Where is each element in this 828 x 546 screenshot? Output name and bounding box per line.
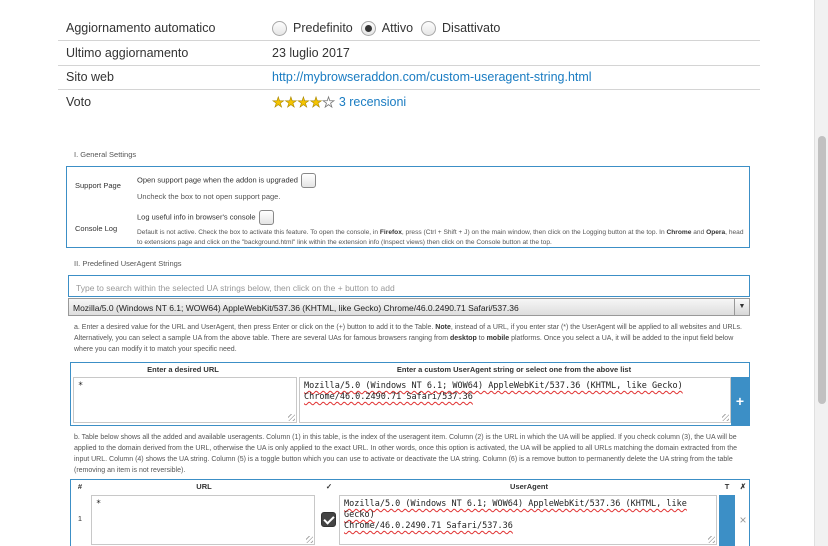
radio-predefinito[interactable]: Predefinito [272, 20, 353, 36]
auto-update-row: Aggiornamento automatico Predefinito Att… [58, 16, 760, 41]
rating-row: Voto ★ ★ ★ ★ ★ 3 recensioni [58, 90, 760, 115]
star-filled-icon: ★ [297, 94, 310, 111]
radio-circle-icon[interactable] [421, 20, 437, 36]
col-remove-header: ✗ [739, 482, 747, 491]
star-filled-icon: ★ [272, 94, 285, 111]
star-empty-icon: ★ [322, 94, 335, 111]
ua-header: Enter a custom UserAgent string or selec… [396, 365, 632, 374]
add-ua-box: Enter a desired URL Enter a custom UserA… [70, 362, 750, 426]
row-ua-input[interactable]: Mozilla/5.0 (Windows NT 6.1; WOW64) Appl… [339, 495, 717, 545]
general-settings-title: I. General Settings [74, 150, 137, 159]
ua-select-value: Mozilla/5.0 (Windows NT 6.1; WOW64) Appl… [73, 303, 519, 313]
row-url-input[interactable]: * [91, 495, 315, 545]
star-filled-icon: ★ [309, 94, 323, 111]
col-url-header: URL [196, 482, 212, 491]
website-label: Sito web [66, 70, 114, 85]
row-index: 1 [77, 514, 83, 523]
col-ua-header: UserAgent [510, 482, 548, 491]
col-toggle-header: T [724, 482, 730, 491]
predefined-ua-title: II. Predefined UserAgent Strings [74, 259, 182, 268]
close-icon[interactable]: × [735, 512, 751, 529]
col-domain-header: ✓ [325, 482, 333, 491]
triangle-down-icon[interactable]: ▼ [734, 299, 749, 315]
website-link[interactable]: http://mybrowseraddon.com/custom-userage… [272, 70, 592, 84]
console-hint: Default is not active. Check the box to … [137, 229, 744, 246]
plus-icon: + [735, 393, 745, 409]
console-log-label: Console Log [75, 224, 118, 233]
console-option-label: Log useful info in browser's console [137, 212, 256, 222]
rating-label: Voto [66, 95, 92, 110]
note-b: b. Table below shows all the added and a… [74, 434, 738, 474]
ua-select-dropdown[interactable]: Mozilla/5.0 (Windows NT 6.1; WOW64) Appl… [68, 298, 750, 316]
radio-disattivato[interactable]: Disattivato [421, 20, 500, 36]
support-checkbox[interactable] [300, 173, 316, 188]
last-update-value: 23 luglio 2017 [272, 45, 350, 60]
general-settings-box: Support Page Open support page when the … [66, 166, 750, 248]
rating-stars: ★ ★ ★ ★ ★ [272, 94, 335, 111]
col-index-header: # [77, 482, 83, 491]
row-toggle-button[interactable] [719, 495, 735, 546]
url-header: Enter a desired URL [147, 365, 219, 374]
url-input[interactable]: * [73, 377, 297, 423]
website-row: Sito web http://mybrowseraddon.com/custo… [58, 66, 760, 90]
row-domain-checkbox[interactable] [321, 512, 336, 527]
reviews-link[interactable]: 3 recensioni [339, 95, 406, 109]
addon-options: I. General Settings Support Page Open su… [66, 140, 756, 546]
support-hint: Uncheck the box to not open support page… [137, 192, 281, 201]
page-scrollbar[interactable] [814, 0, 828, 546]
add-button[interactable]: + [731, 377, 749, 425]
support-page-label: Support Page [75, 181, 121, 190]
ua-search-input[interactable]: Type to search within the selected UA st… [68, 275, 750, 297]
radio-circle-icon[interactable] [272, 20, 287, 36]
auto-update-label: Aggiornamento automatico [66, 21, 216, 35]
addon-details: Aggiornamento automatico Predefinito Att… [58, 16, 760, 115]
ua-input[interactable]: Mozilla/5.0 (Windows NT 6.1; WOW64) Appl… [299, 377, 731, 423]
support-option-label: Open support page when the addon is upgr… [137, 175, 298, 185]
note-a: a. Enter a desired value for the URL and… [74, 324, 742, 353]
ua-table: # URL ✓ UserAgent T ✗ 1 * Mozilla/5.0 (W… [70, 479, 750, 546]
last-update-row: Ultimo aggiornamento 23 luglio 2017 [58, 41, 760, 66]
radio-attivo[interactable]: Attivo [360, 20, 413, 36]
last-update-label: Ultimo aggiornamento [66, 45, 189, 60]
console-checkbox[interactable] [258, 210, 274, 225]
star-filled-icon: ★ [284, 94, 298, 111]
scrollbar-thumb[interactable] [818, 136, 826, 404]
radio-circle-checked-icon[interactable] [360, 20, 376, 36]
